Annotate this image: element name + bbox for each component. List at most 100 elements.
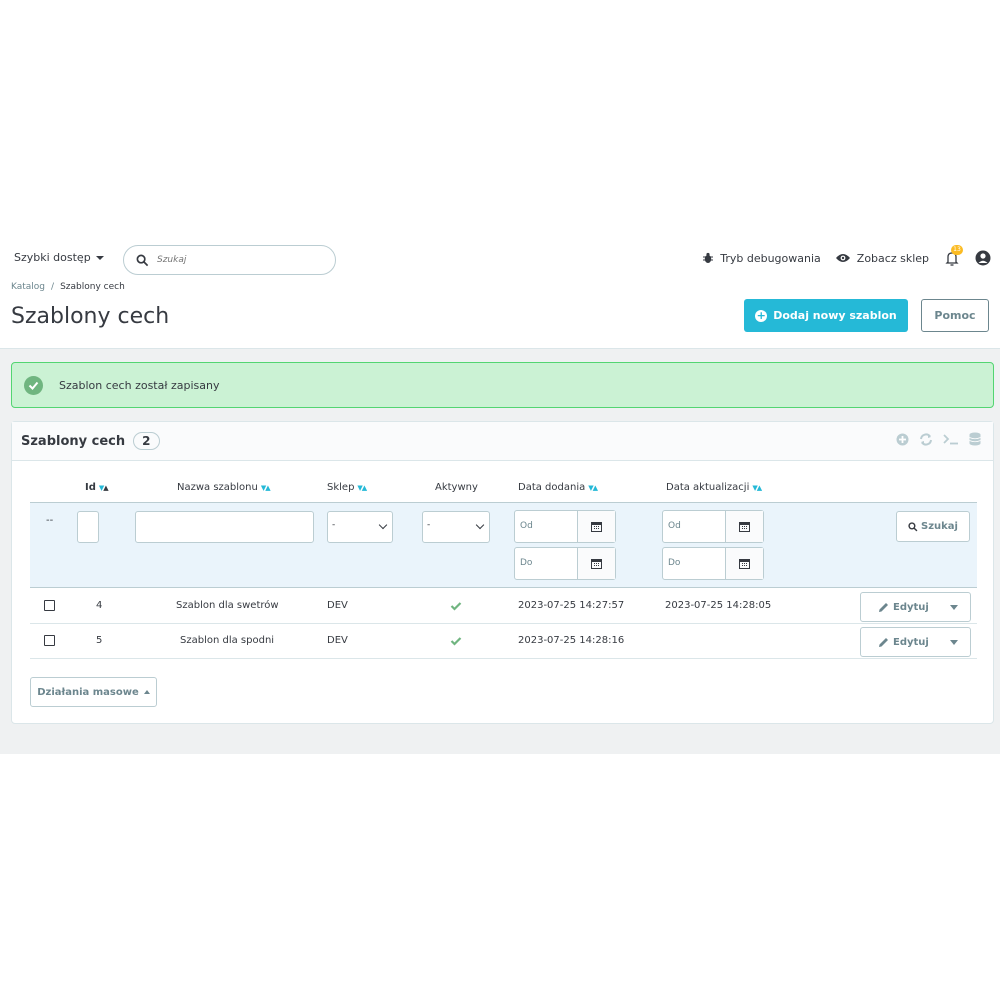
search-icon bbox=[136, 254, 149, 266]
filter-active-select[interactable]: - bbox=[422, 511, 490, 543]
caret-down-icon bbox=[95, 255, 104, 260]
filter-date-add-to[interactable]: Do bbox=[514, 547, 616, 580]
header-search[interactable] bbox=[123, 245, 336, 275]
table-row: 4 Szablon dla swetrów DEV 2023-07-25 14:… bbox=[30, 589, 977, 624]
date-to-placeholder: Do bbox=[668, 558, 681, 568]
check-circle-icon bbox=[24, 375, 43, 395]
calendar-icon[interactable] bbox=[725, 511, 763, 542]
debug-mode-link[interactable]: Tryb debugowania bbox=[702, 252, 821, 265]
dropdown-caret-icon[interactable] bbox=[950, 640, 958, 645]
filter-search-label: Szukaj bbox=[921, 521, 958, 532]
column-date-upd-label: Data aktualizacji bbox=[666, 482, 750, 493]
app: Szybki dostęp Tryb debugowania Zobacz sk… bbox=[0, 236, 1000, 754]
row-name: Szablon dla spodni bbox=[180, 635, 275, 646]
refresh-icon[interactable] bbox=[919, 432, 933, 446]
alert-message: Szablon cech został zapisany bbox=[59, 378, 220, 392]
filter-search-button[interactable]: Szukaj bbox=[896, 511, 970, 542]
chevron-down-icon bbox=[378, 520, 388, 530]
date-to-placeholder: Do bbox=[520, 558, 533, 568]
row-date-add: 2023-07-25 14:27:57 bbox=[518, 600, 625, 611]
card-tools bbox=[896, 432, 981, 446]
column-name[interactable]: Nazwa szablonu ▼▲ bbox=[177, 482, 271, 493]
add-template-label: Dodaj nowy szablon bbox=[773, 309, 897, 322]
active-check-icon[interactable] bbox=[450, 600, 462, 612]
chevron-down-icon bbox=[475, 520, 485, 530]
sort-icon[interactable]: ▼▲ bbox=[99, 484, 109, 492]
card-title: Szablony cech bbox=[21, 433, 126, 449]
column-id-label: Id bbox=[85, 482, 96, 493]
active-check-icon[interactable] bbox=[450, 635, 462, 647]
column-shop[interactable]: Sklep ▼▲ bbox=[327, 482, 367, 493]
row-id: 5 bbox=[96, 635, 103, 646]
filter-date-add-from[interactable]: Od bbox=[514, 510, 616, 543]
row-shop: DEV bbox=[327, 635, 348, 646]
quick-access-label: Szybki dostęp bbox=[14, 251, 91, 264]
calendar-icon[interactable] bbox=[577, 511, 615, 542]
search-icon bbox=[908, 521, 918, 531]
plus-circle-icon: + bbox=[755, 308, 768, 322]
column-date-add-label: Data dodania bbox=[518, 482, 586, 493]
view-shop-link[interactable]: Zobacz sklep bbox=[835, 252, 929, 265]
dropdown-caret-icon[interactable] bbox=[950, 605, 958, 610]
column-date-add[interactable]: Data dodania ▼▲ bbox=[518, 482, 598, 493]
filter-active-value: - bbox=[427, 520, 431, 530]
card-header: Szablony cech 2 bbox=[12, 422, 993, 461]
column-name-label: Nazwa szablonu bbox=[177, 482, 258, 493]
filter-date-upd-from[interactable]: Od bbox=[662, 510, 764, 543]
add-template-button[interactable]: + Dodaj nowy szablon bbox=[744, 299, 908, 332]
record-count-badge: 2 bbox=[133, 432, 160, 450]
date-from-placeholder: Od bbox=[520, 521, 533, 531]
sql-query-icon[interactable] bbox=[943, 433, 959, 445]
filter-row: -- - - Od Do Od Do Szukaj bbox=[30, 502, 977, 588]
debug-mode-label: Tryb debugowania bbox=[720, 251, 821, 265]
filter-shop-value: - bbox=[332, 520, 336, 530]
edit-button[interactable]: Edytuj bbox=[860, 592, 971, 622]
templates-table: Id ▼▲ Nazwa szablonu ▼▲ Sklep ▼▲ Aktywny bbox=[30, 477, 977, 659]
quick-access-dropdown[interactable]: Szybki dostęp bbox=[14, 251, 104, 264]
help-button[interactable]: Pomoc bbox=[921, 299, 989, 332]
column-date-upd[interactable]: Data aktualizacji ▼▲ bbox=[666, 482, 762, 493]
success-alert: Szablon cech został zapisany bbox=[11, 362, 994, 408]
row-checkbox[interactable] bbox=[44, 635, 55, 646]
breadcrumb-separator: / bbox=[51, 282, 55, 292]
sort-icon[interactable]: ▼▲ bbox=[588, 484, 598, 492]
bulk-actions-button[interactable]: Działania masowe bbox=[30, 677, 157, 707]
search-input[interactable] bbox=[157, 255, 317, 265]
filter-dash: -- bbox=[46, 515, 54, 526]
view-shop-label: Zobacz sklep bbox=[856, 251, 929, 265]
column-id[interactable]: Id ▼▲ bbox=[85, 482, 109, 493]
table-header: Id ▼▲ Nazwa szablonu ▼▲ Sklep ▼▲ Aktywny bbox=[30, 477, 977, 501]
user-account-icon[interactable] bbox=[975, 250, 991, 266]
breadcrumb: Katalog / Szablony cech bbox=[11, 282, 125, 292]
filter-date-upd-to[interactable]: Do bbox=[662, 547, 764, 580]
edit-button[interactable]: Edytuj bbox=[860, 627, 971, 657]
bug-icon bbox=[703, 252, 714, 263]
row-date-upd: 2023-07-25 14:28:05 bbox=[665, 600, 772, 611]
add-new-icon[interactable] bbox=[896, 433, 909, 446]
bulk-actions-label: Działania masowe bbox=[37, 686, 139, 698]
filter-id-input[interactable] bbox=[77, 511, 99, 543]
database-icon[interactable] bbox=[969, 432, 981, 446]
column-shop-label: Sklep bbox=[327, 482, 355, 493]
filter-shop-select[interactable]: - bbox=[327, 511, 393, 543]
table-row: 5 Szablon dla spodni DEV 2023-07-25 14:2… bbox=[30, 624, 977, 659]
eye-icon bbox=[835, 254, 850, 262]
sort-icon[interactable]: ▼▲ bbox=[357, 484, 367, 492]
top-bar: Szybki dostęp Tryb debugowania Zobacz sk… bbox=[0, 236, 1000, 282]
row-id: 4 bbox=[96, 600, 103, 611]
breadcrumb-catalog[interactable]: Katalog bbox=[11, 282, 45, 292]
header-actions: Tryb debugowania Zobacz sklep 13 bbox=[702, 245, 991, 267]
filter-name-input[interactable] bbox=[135, 511, 314, 543]
main-content: Szablon cech został zapisany Szablony ce… bbox=[0, 348, 1000, 754]
calendar-icon[interactable] bbox=[577, 548, 615, 579]
sort-icon[interactable]: ▼▲ bbox=[261, 484, 271, 492]
calendar-icon[interactable] bbox=[725, 548, 763, 579]
sort-icon[interactable]: ▼▲ bbox=[752, 484, 762, 492]
row-checkbox[interactable] bbox=[44, 600, 55, 611]
notifications-button[interactable]: 13 bbox=[943, 245, 963, 267]
templates-card: Szablony cech 2 Id ▼▲ Nazwa szablonu ▼▲ … bbox=[11, 421, 994, 724]
row-date-add: 2023-07-25 14:28:16 bbox=[518, 635, 625, 646]
row-shop: DEV bbox=[327, 600, 348, 611]
pencil-icon bbox=[879, 637, 888, 647]
date-from-placeholder: Od bbox=[668, 521, 681, 531]
